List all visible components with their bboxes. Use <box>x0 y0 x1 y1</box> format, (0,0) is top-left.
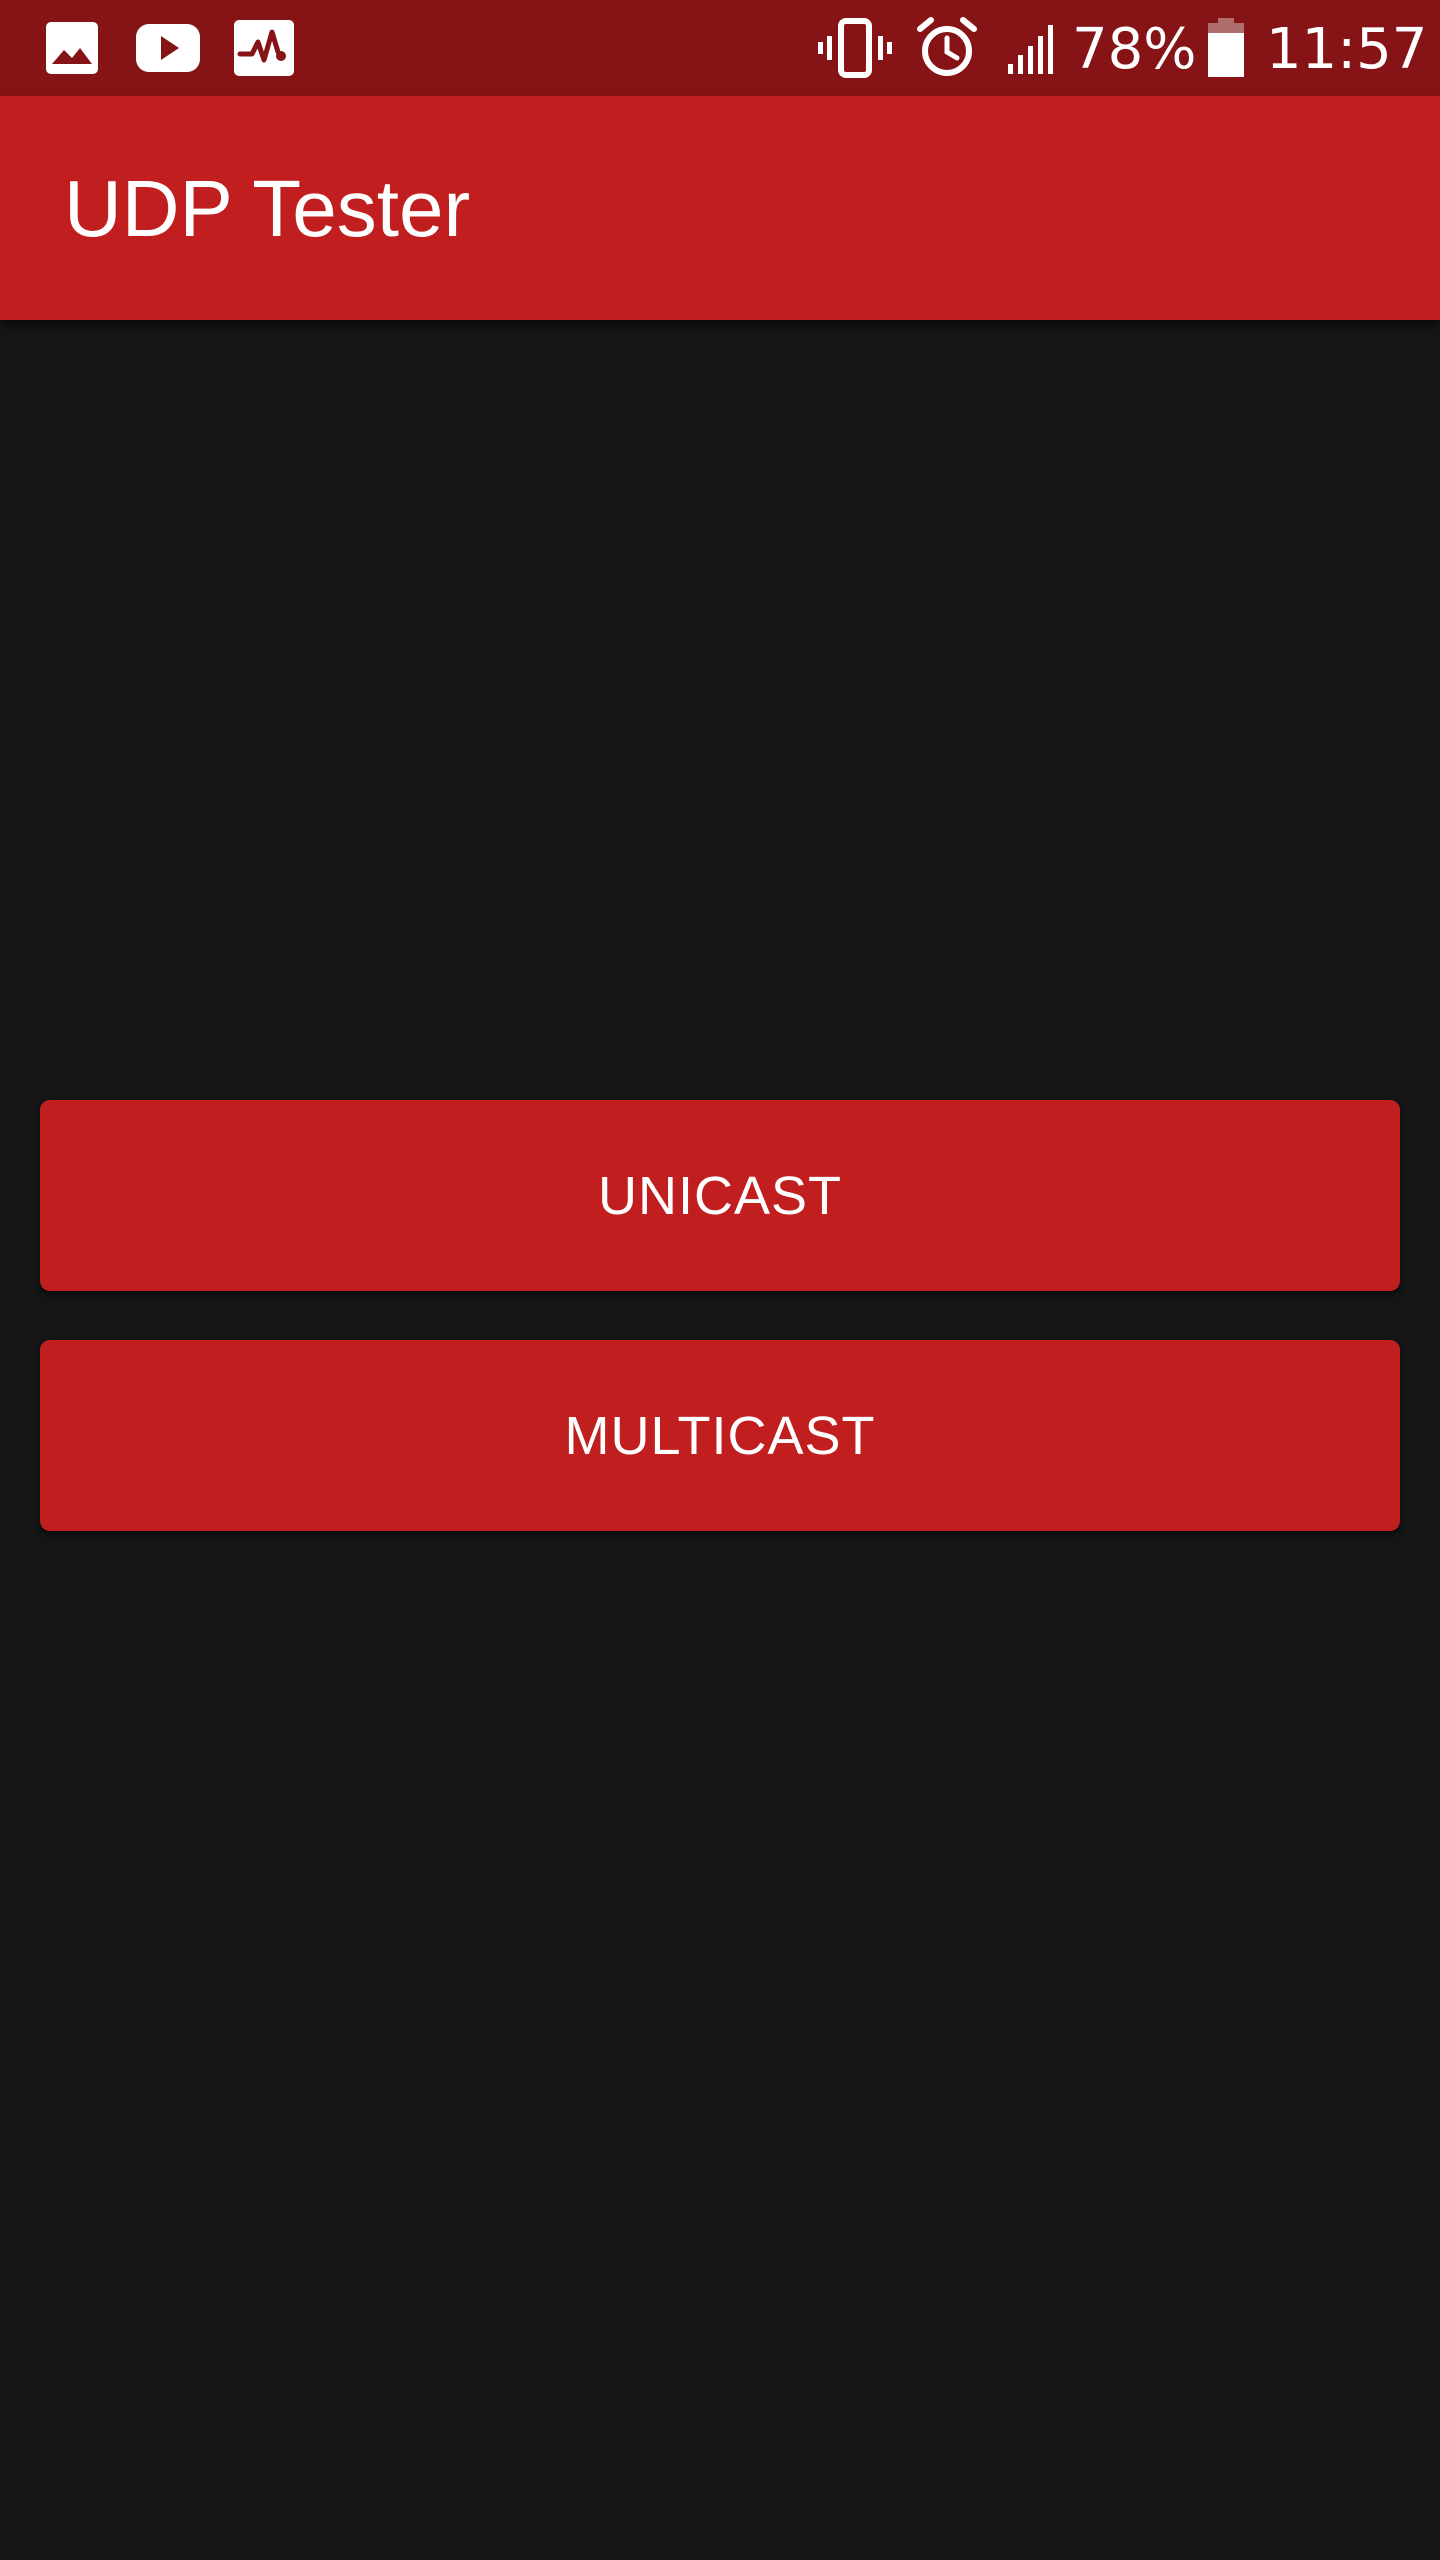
image-icon <box>44 20 100 76</box>
vibrate-icon <box>818 18 892 78</box>
battery-percent: 78% <box>1072 17 1197 82</box>
cell-signal-icon <box>1008 22 1056 78</box>
multicast-button-label: MULTICAST <box>564 1405 876 1466</box>
alarm-icon <box>916 16 978 76</box>
multicast-button[interactable]: MULTICAST <box>40 1340 1400 1531</box>
youtube-icon <box>136 20 200 76</box>
app-title: UDP Tester <box>64 164 471 253</box>
clock: 11:57 <box>1266 17 1428 82</box>
app-bar: UDP Tester <box>0 96 1440 320</box>
unicast-button[interactable]: UNICAST <box>40 1100 1400 1291</box>
battery-icon <box>1206 18 1246 77</box>
activity-monitor-icon <box>234 20 294 76</box>
status-bar: 78% 11:57 <box>0 0 1440 96</box>
unicast-button-label: UNICAST <box>597 1165 842 1226</box>
